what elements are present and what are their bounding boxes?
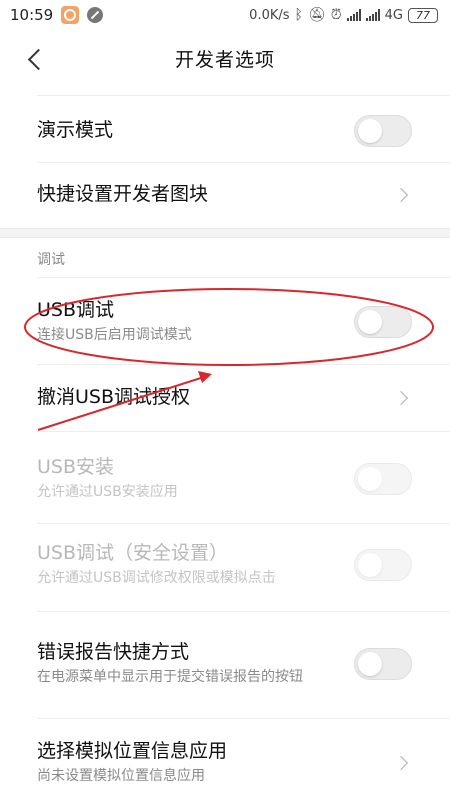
bluetooth-icon: ᛒ <box>294 7 303 23</box>
battery-icon: 77 <box>408 7 438 23</box>
usb-install-toggle <box>354 463 412 495</box>
usb-debug-security-title: USB调试（安全设置） <box>37 541 229 564</box>
divider <box>37 611 450 612</box>
page-title: 开发者选项 <box>174 48 275 71</box>
app-notification-icon <box>61 6 80 24</box>
bug-report-row[interactable]: 错误报告快捷方式 在电源菜单中显示用于提交错误报告的按钮 <box>0 620 450 708</box>
bug-report-subtitle: 在电源菜单中显示用于提交错误报告的按钮 <box>37 668 303 685</box>
section-gap <box>0 228 450 238</box>
divider <box>37 523 450 524</box>
section-header-debug: 调试 <box>37 252 65 268</box>
alarm-icon: ⏰︎ <box>330 7 342 23</box>
status-bar: 10:59 0.0K/s ᛒ 🔕︎ ⏰︎ 4G 77 <box>0 0 450 30</box>
bug-report-title: 错误报告快捷方式 <box>37 640 190 663</box>
chevron-right-icon <box>396 391 410 405</box>
usb-debugging-title: USB调试 <box>37 298 115 321</box>
divider <box>37 718 450 719</box>
usb-debugging-toggle[interactable] <box>354 306 412 338</box>
revoke-usb-title: 撤消USB调试授权 <box>37 386 191 409</box>
usb-debug-security-row: USB调试（安全设置） 允许通过USB调试修改权限或模拟点击 <box>0 530 450 600</box>
divider <box>37 95 450 96</box>
usb-install-row: USB安装 允许通过USB安装应用 <box>0 444 450 514</box>
revoke-usb-row[interactable]: 撤消USB调试授权 <box>0 365 450 431</box>
mock-location-subtitle: 尚未设置模拟位置信息应用 <box>37 767 205 784</box>
usb-debugging-subtitle: 连接USB后启用调试模式 <box>37 326 192 343</box>
mock-location-title: 选择模拟位置信息应用 <box>37 739 228 762</box>
demo-mode-title: 演示模式 <box>37 119 114 142</box>
quick-tiles-row[interactable]: 快捷设置开发者图块 <box>0 163 450 227</box>
usb-install-title: USB安装 <box>37 455 115 478</box>
signal-icon <box>365 9 380 21</box>
title-bar: 开发者选项 <box>0 30 450 86</box>
blocked-icon <box>87 7 104 23</box>
usb-debug-security-toggle <box>354 549 412 581</box>
chevron-right-icon <box>396 188 410 202</box>
signal-icon <box>346 9 361 21</box>
quick-tiles-title: 快捷设置开发者图块 <box>37 183 209 206</box>
demo-mode-row[interactable]: 演示模式 <box>0 100 450 162</box>
network-type: 4G <box>384 7 403 23</box>
bug-report-toggle[interactable] <box>354 648 412 680</box>
divider <box>37 431 450 432</box>
net-speed: 0.0K/s <box>249 7 290 23</box>
usb-install-subtitle: 允许通过USB安装应用 <box>37 483 178 500</box>
usb-debug-security-subtitle: 允许通过USB调试修改权限或模拟点击 <box>37 569 276 586</box>
divider <box>37 277 450 278</box>
back-arrow-icon[interactable] <box>22 46 48 72</box>
mock-location-row[interactable]: 选择模拟位置信息应用 尚未设置模拟位置信息应用 <box>0 730 450 796</box>
usb-debugging-row[interactable]: USB调试 连接USB后启用调试模式 <box>0 288 450 356</box>
status-time: 10:59 <box>10 6 54 24</box>
chevron-right-icon <box>396 756 410 770</box>
demo-mode-toggle[interactable] <box>354 115 412 147</box>
mute-icon: 🔕︎ <box>307 7 326 23</box>
